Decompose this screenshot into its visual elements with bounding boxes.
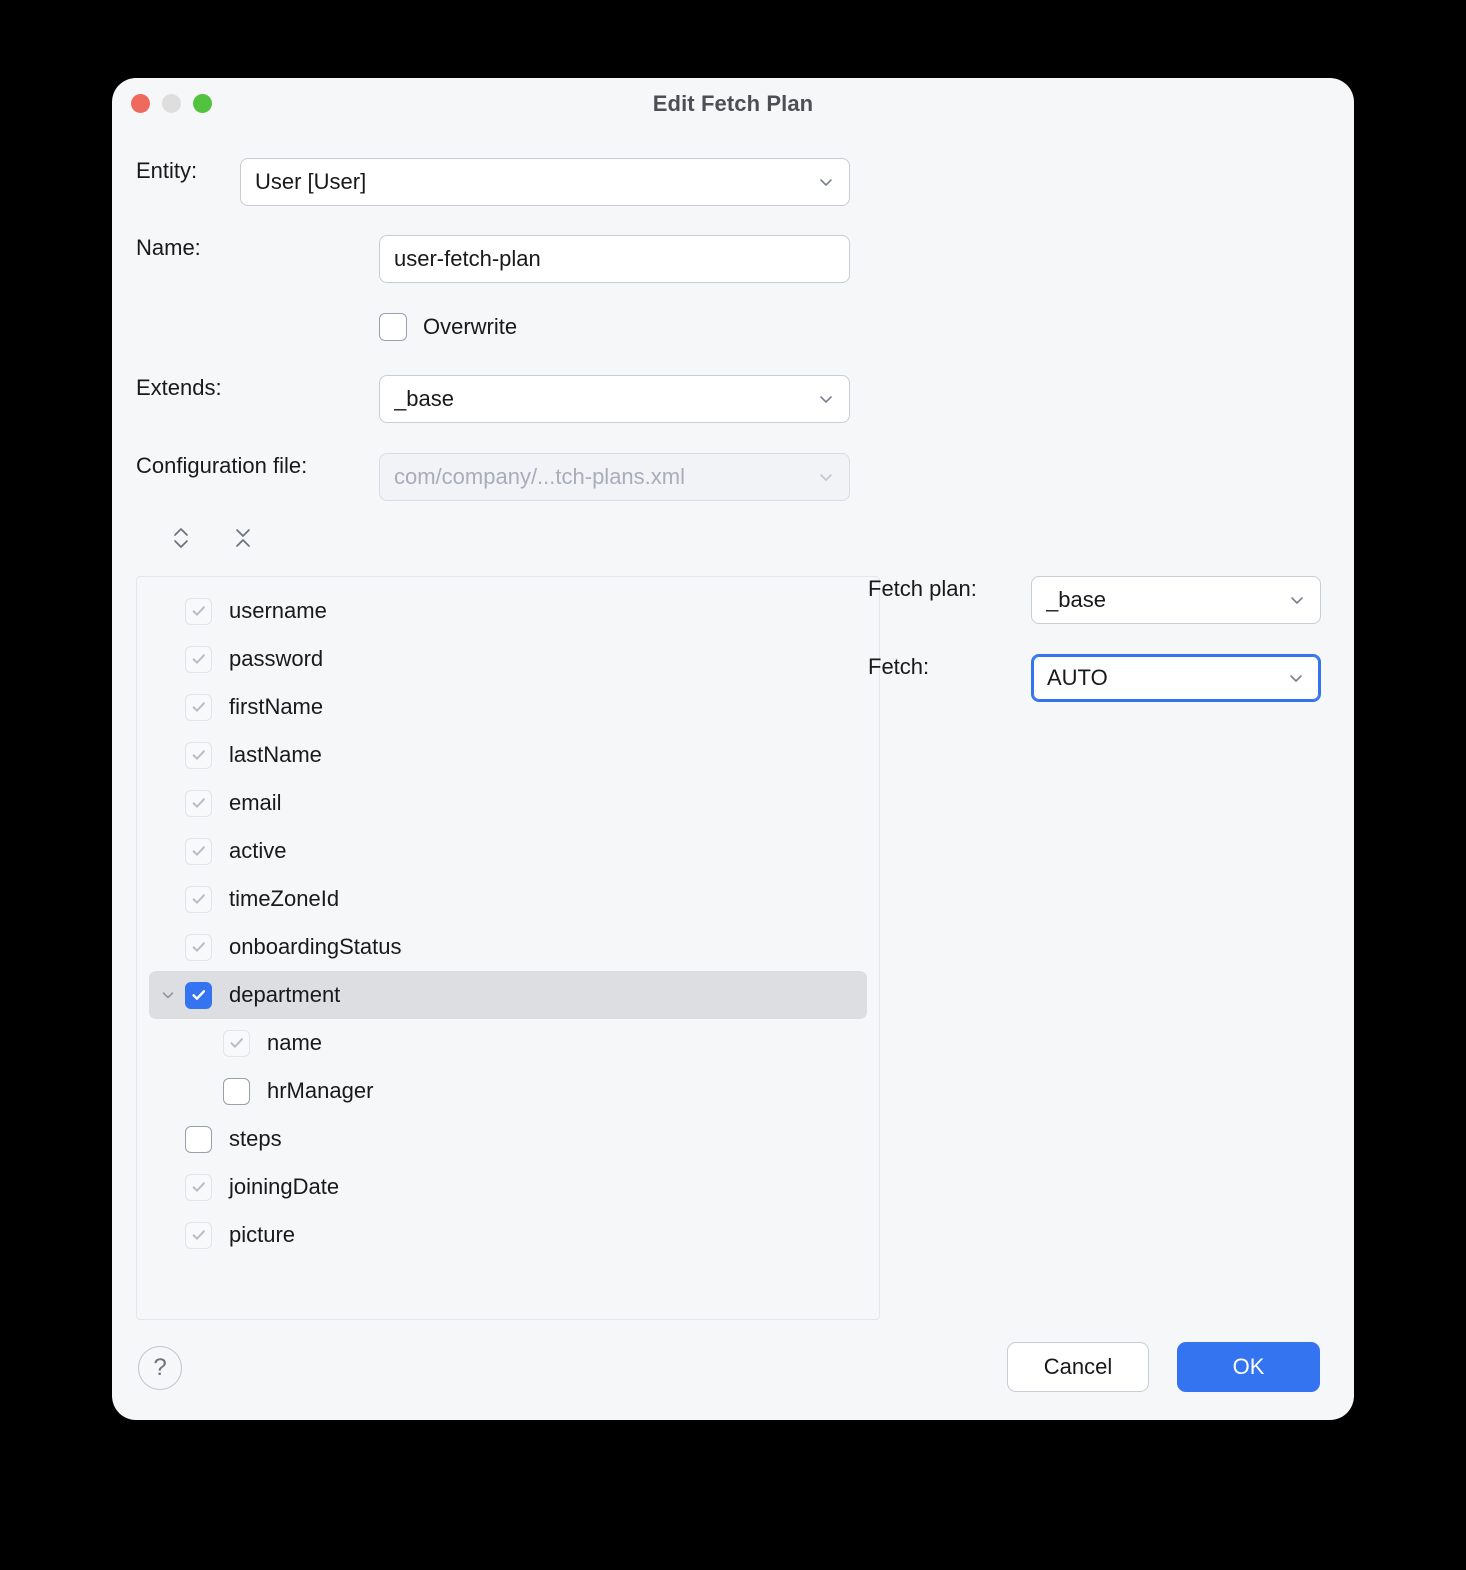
tree-item-label: steps [229,1126,282,1152]
fetch-plan-combobox[interactable]: _base [1031,576,1321,624]
tree-item-lastName[interactable]: lastName [149,731,867,779]
chevron-down-icon [1288,591,1306,609]
chevron-down-icon [817,173,835,191]
tree-toolbar [164,523,260,557]
fetch-combobox[interactable]: AUTO [1031,654,1321,702]
tree-item-label: joiningDate [229,1174,339,1200]
extends-combobox[interactable]: _base [379,375,850,423]
fetch-value: AUTO [1047,665,1279,691]
collapse-all-button[interactable] [226,523,260,557]
overwrite-checkbox[interactable] [379,313,407,341]
tree-item-timeZoneId[interactable]: timeZoneId [149,875,867,923]
fetch-plan-label: Fetch plan: [868,576,977,602]
tree-checkbox-onboardingStatus [185,934,212,961]
tree-item-picture[interactable]: picture [149,1211,867,1259]
tree-item-label: department [229,982,340,1008]
fetch-plan-value: _base [1046,587,1280,613]
tree-item-label: onboardingStatus [229,934,401,960]
tree-checkbox-department[interactable] [185,982,212,1009]
tree-item-label: timeZoneId [229,886,339,912]
tree-checkbox-lastName [185,742,212,769]
fetch-plan-row: Fetch plan: [868,576,977,602]
tree-checkbox-timeZoneId [185,886,212,913]
collapse-all-icon [232,525,254,556]
question-mark-icon: ? [153,1354,166,1382]
tree-item-name[interactable]: name [149,1019,867,1067]
overwrite-row[interactable]: Overwrite [379,313,517,341]
configuration-file-combobox: com/company/...tch-plans.xml [379,453,850,501]
tree-checkbox-username [185,598,212,625]
entity-row: Entity: [136,158,240,184]
expand-all-button[interactable] [164,523,198,557]
configuration-file-value: com/company/...tch-plans.xml [394,464,809,490]
tree-checkbox-steps[interactable] [185,1126,212,1153]
tree-checkbox-name [223,1030,250,1057]
cancel-button[interactable]: Cancel [1007,1342,1149,1392]
tree-checkbox-password [185,646,212,673]
tree-checkbox-hrManager[interactable] [223,1078,250,1105]
tree-item-label: password [229,646,323,672]
tree-item-label: username [229,598,327,624]
name-row: Name: [136,235,240,261]
tree-checkbox-firstName [185,694,212,721]
help-button[interactable]: ? [138,1346,182,1390]
edit-fetch-plan-dialog: Edit Fetch Plan Entity: User [User] Name… [112,78,1354,1420]
tree-checkbox-picture [185,1222,212,1249]
attributes-tree-panel[interactable]: username password firstName lastName email ac… [136,576,880,1320]
tree-item-label: email [229,790,282,816]
expand-all-icon [170,525,192,556]
name-input[interactable]: user-fetch-plan [379,235,850,283]
tree-item-label: picture [229,1222,295,1248]
tree-item-label: name [267,1030,322,1056]
tree-item-label: lastName [229,742,322,768]
configuration-file-row: Configuration file: [136,453,307,479]
entity-value: User [User] [255,169,809,195]
dialog-title: Edit Fetch Plan [112,91,1354,117]
chevron-down-icon[interactable] [157,984,179,1006]
tree-item-steps[interactable]: steps [149,1115,867,1163]
fetch-label: Fetch: [868,654,929,680]
tree-checkbox-active [185,838,212,865]
entity-combobox[interactable]: User [User] [240,158,850,206]
ok-button[interactable]: OK [1177,1342,1320,1392]
tree-item-active[interactable]: active [149,827,867,875]
extends-value: _base [394,386,809,412]
name-label: Name: [136,235,240,261]
tree-checkbox-joiningDate [185,1174,212,1201]
tree-item-onboardingStatus[interactable]: onboardingStatus [149,923,867,971]
extends-label: Extends: [136,375,222,401]
tree-item-username[interactable]: username [149,587,867,635]
name-value: user-fetch-plan [394,246,835,272]
entity-label: Entity: [136,158,240,184]
chevron-down-icon [1287,669,1305,687]
chevron-down-icon [817,468,835,486]
tree-item-label: hrManager [267,1078,373,1104]
chevron-down-icon [817,390,835,408]
fetch-row: Fetch: [868,654,929,680]
tree-item-label: firstName [229,694,323,720]
tree-item-label: active [229,838,286,864]
attributes-tree: username password firstName lastName email ac… [137,577,879,1259]
overwrite-label: Overwrite [423,314,517,340]
tree-item-firstName[interactable]: firstName [149,683,867,731]
dialog-titlebar: Edit Fetch Plan [112,78,1354,136]
tree-checkbox-email [185,790,212,817]
tree-item-hrManager[interactable]: hrManager [149,1067,867,1115]
configuration-file-label: Configuration file: [136,453,307,479]
screen-background: Edit Fetch Plan Entity: User [User] Name… [0,0,1466,1570]
tree-item-department[interactable]: department [149,971,867,1019]
tree-item-joiningDate[interactable]: joiningDate [149,1163,867,1211]
tree-item-password[interactable]: password [149,635,867,683]
tree-item-email[interactable]: email [149,779,867,827]
extends-row: Extends: [136,375,222,401]
